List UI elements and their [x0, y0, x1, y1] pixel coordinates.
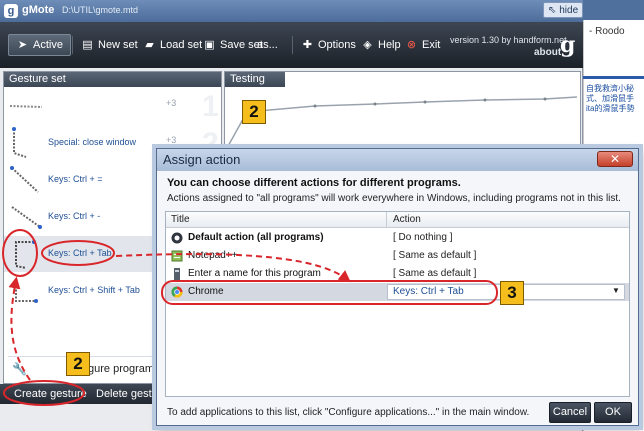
callout-create-gesture: 2	[66, 352, 90, 376]
column-header-title[interactable]: Title	[171, 214, 190, 225]
program-title: Notepad++	[188, 250, 238, 261]
program-action: [ Do nothing ]	[393, 232, 453, 243]
callout-chrome: 3	[500, 281, 524, 305]
hide-arrow-icon: ⇖	[547, 4, 557, 16]
save-as-button[interactable]: as...	[250, 34, 285, 56]
program-action: [ Same as default ]	[393, 268, 477, 279]
testing-header: Testing	[225, 72, 285, 87]
program-row[interactable]: Default action (all programs) [ Do nothi…	[166, 229, 629, 247]
title-bar: g gMote D:\UTIL\gmote.mtd	[0, 0, 583, 22]
help-icon: ◈	[363, 38, 372, 51]
program-title: Enter a name for this program	[188, 268, 321, 279]
save-as-label: as...	[257, 39, 278, 51]
hide-label: hide	[559, 4, 579, 16]
exit-label: Exit	[422, 39, 441, 51]
background-line: 式、加滑鼠手	[586, 94, 634, 103]
dialog-title: Assign action	[163, 152, 241, 167]
dialog-footer-text: To add applications to this list, click …	[167, 407, 530, 418]
exit-button[interactable]: ⊗ Exit	[398, 34, 447, 56]
program-icon	[174, 268, 180, 280]
dialog-heading: You can choose different actions for dif…	[167, 177, 461, 189]
save-icon: ▣	[204, 38, 215, 51]
background-page-text: 自我救濟小秘 式、加滑鼠手 ita的滑鼠手勢	[586, 84, 644, 114]
background-page-topbar	[583, 0, 644, 20]
action-dropdown-value: Keys: Ctrl + Tab	[393, 286, 464, 297]
gesture-label: Keys: Ctrl + -	[48, 211, 101, 221]
gmote-icon	[171, 232, 183, 244]
gesture-label: Special: close window	[48, 137, 137, 147]
dialog-title-bar: Assign action ✕	[157, 149, 638, 171]
gesture-thumbnail	[12, 127, 27, 158]
background-page-rule	[583, 76, 644, 79]
gmote-logo: g	[560, 32, 576, 58]
gesture-thumbnail	[10, 166, 39, 193]
file-path: D:\UTIL\gmote.mtd	[62, 5, 139, 15]
new-document-icon: ▤	[82, 38, 93, 51]
ok-button[interactable]: OK	[594, 402, 632, 423]
toolbar-divider	[292, 36, 293, 54]
close-button[interactable]: ✕	[597, 151, 633, 167]
version-text: version 1.30 by handform.net	[450, 35, 567, 45]
create-gesture-button[interactable]: Create gesture	[14, 388, 87, 400]
dropdown-arrow-icon: ▼	[612, 286, 620, 295]
gesture-item[interactable]: +3 1	[4, 88, 221, 124]
program-action: [ Same as default ]	[393, 250, 477, 261]
new-set-label: New set	[98, 39, 138, 51]
gesture-number: 1	[202, 90, 219, 123]
active-button[interactable]: ➤ Active	[8, 34, 71, 56]
program-row-selected[interactable]: Chrome Keys: Ctrl + Tab ▼	[166, 283, 629, 301]
folder-icon: ▰	[145, 38, 154, 51]
gesture-set-header: Gesture set	[4, 72, 221, 87]
about-link[interactable]: about	[534, 47, 561, 58]
assign-action-dialog: Assign action ✕ You can choose different…	[156, 148, 639, 426]
background-page-header: - Roodo	[589, 26, 625, 37]
mouse-button-badge: +3	[166, 135, 177, 145]
dialog-subheading: Actions assigned to "all programs" will …	[167, 193, 621, 204]
column-divider	[386, 212, 387, 228]
column-header-action[interactable]: Action	[393, 214, 421, 225]
gesture-label: Keys: Ctrl + Tab	[48, 248, 112, 258]
background-line: ita的滑鼠手勢	[586, 104, 635, 113]
options-button[interactable]: ✚ Options	[294, 34, 363, 56]
wrench-icon: 🔧	[12, 362, 27, 376]
cursor-icon: ➤	[17, 38, 28, 51]
app-icon: g	[4, 4, 18, 18]
chrome-icon	[171, 286, 183, 298]
program-action-list: Title Action Default action (all program…	[165, 211, 630, 397]
program-row[interactable]: Enter a name for this program [ Same as …	[166, 265, 629, 283]
gesture-label: Keys: Ctrl + Shift + Tab	[48, 285, 140, 295]
gesture-label: Keys: Ctrl + =	[48, 174, 103, 184]
callout-testing: 2	[242, 100, 266, 124]
app-name: gMote	[22, 4, 55, 16]
exit-icon: ⊗	[406, 38, 417, 51]
gesture-thumbnail	[9, 105, 43, 108]
toolbar: ➤ Active ▤ New set ▰ Load set ▣ Save set…	[0, 22, 583, 68]
program-title: Chrome	[188, 286, 224, 297]
testing-canvas[interactable]	[225, 88, 580, 151]
hide-button[interactable]: ⇖ hide	[543, 2, 583, 18]
new-set-button[interactable]: ▤ New set	[74, 34, 145, 56]
toolbar-divider	[72, 36, 73, 54]
gesture-thumbnail	[11, 206, 42, 229]
gesture-thumbnail	[15, 240, 36, 269]
testing-panel: Testing	[224, 71, 581, 151]
plus-icon: ✚	[302, 38, 313, 51]
active-label: Active	[33, 39, 63, 51]
mouse-button-badge: +3	[166, 98, 177, 108]
cancel-button[interactable]: Cancel	[549, 402, 591, 423]
program-title: Default action (all programs)	[188, 232, 324, 243]
list-header: Title Action	[166, 212, 629, 228]
close-icon: ✕	[609, 152, 621, 166]
gesture-thumbnail	[15, 279, 38, 303]
background-line: 自我救濟小秘	[586, 84, 634, 93]
notepad-icon	[171, 250, 183, 262]
options-label: Options	[318, 39, 356, 51]
program-row[interactable]: Notepad++ [ Same as default ]	[166, 247, 629, 265]
